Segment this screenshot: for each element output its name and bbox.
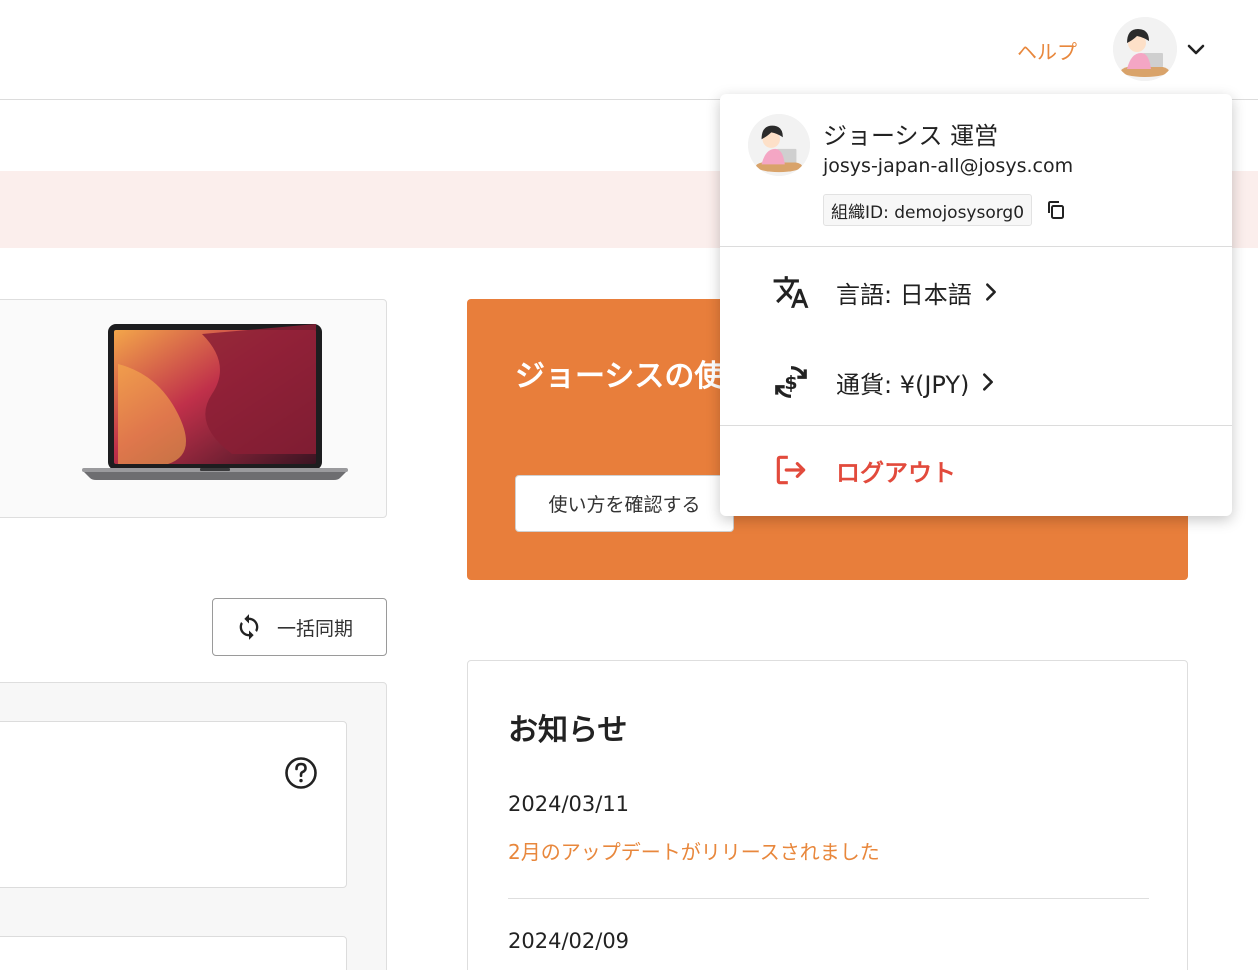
menu-divider xyxy=(720,425,1232,426)
news-item: 2024/03/11 2月のアップデートがリリースされました xyxy=(508,792,1149,865)
news-divider xyxy=(508,898,1149,899)
currency-exchange-icon: $ xyxy=(775,366,807,398)
logout-menu-item[interactable]: ログアウト xyxy=(772,448,956,492)
language-menu-item[interactable]: 言語: 日本語 xyxy=(772,270,1002,314)
help-link[interactable]: ヘルプ xyxy=(1017,36,1077,65)
view-guide-button[interactable]: 使い方を確認する xyxy=(515,475,734,532)
news-date: 2024/03/11 xyxy=(508,792,630,816)
bulk-sync-label: 一括同期 xyxy=(277,617,354,640)
currency-label: 通貨: ¥(JPY) xyxy=(836,370,970,399)
chevron-right-icon xyxy=(983,373,994,391)
user-avatar-icon xyxy=(748,114,810,176)
top-header: ヘルプ xyxy=(0,0,1258,100)
question-circle-icon[interactable] xyxy=(284,756,318,790)
menu-divider xyxy=(720,246,1232,247)
news-item: 2024/02/09 xyxy=(508,929,1149,953)
org-id-badge: 組織ID: demojosysorg0 xyxy=(823,194,1033,226)
laptop-image xyxy=(82,324,348,480)
news-title: お知らせ xyxy=(508,713,628,748)
chevron-down-icon[interactable] xyxy=(1184,38,1208,62)
summary-card xyxy=(0,721,347,888)
chevron-right-icon xyxy=(985,283,996,301)
logout-label: ログアウト xyxy=(836,458,956,487)
sync-icon xyxy=(239,614,259,640)
user-avatar-icon[interactable] xyxy=(1113,17,1177,81)
currency-menu-item[interactable]: $ 通貨: ¥(JPY) xyxy=(772,360,999,404)
svg-text:$: $ xyxy=(784,372,797,394)
news-date: 2024/02/09 xyxy=(508,929,630,953)
account-dropdown-menu: ジョーシス 運営 josys-japan-all@josys.com 組織ID:… xyxy=(720,94,1232,516)
translate-icon xyxy=(773,276,809,308)
user-name: ジョーシス 運営 xyxy=(823,122,999,150)
user-email: josys-japan-all@josys.com xyxy=(823,155,1074,177)
language-label: 言語: 日本語 xyxy=(836,280,972,309)
news-link[interactable]: 2月のアップデートがリリースされました xyxy=(508,836,1149,865)
promo-title: ジョーシスの使 xyxy=(515,359,725,394)
copy-icon[interactable] xyxy=(1044,198,1068,222)
summary-card-secondary xyxy=(0,936,347,970)
bulk-sync-button[interactable]: 一括同期 xyxy=(212,598,387,656)
news-card: お知らせ 2024/03/11 2月のアップデートがリリースされました 2024… xyxy=(467,660,1188,970)
logout-icon xyxy=(776,455,806,485)
